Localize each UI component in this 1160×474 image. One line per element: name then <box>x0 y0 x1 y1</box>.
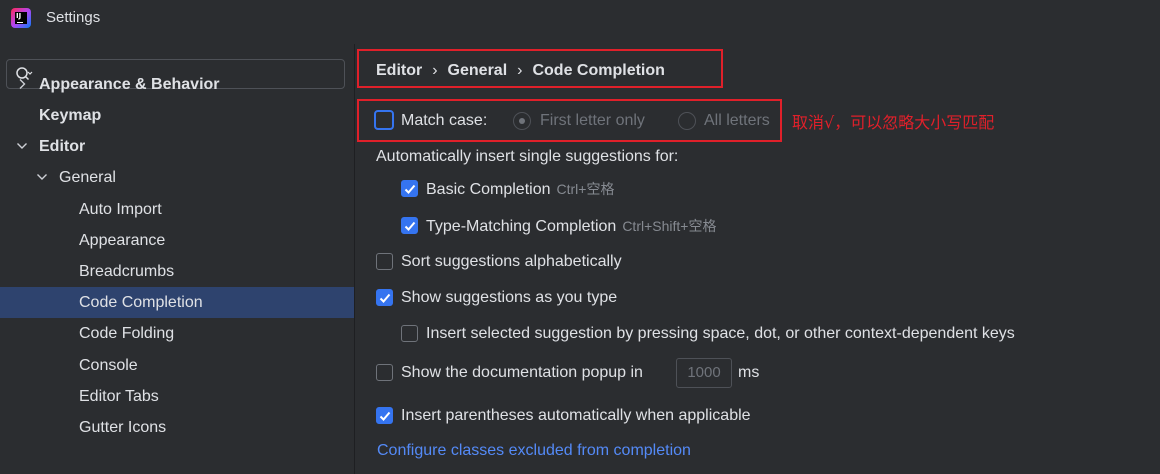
checkmark-icon <box>379 411 391 421</box>
breadcrumb-item-general[interactable]: General <box>448 62 508 79</box>
sidebar-item-label: Appearance & Behavior <box>39 76 220 93</box>
auto-insert-heading: Automatically insert single suggestions … <box>376 148 679 165</box>
sidebar-item-label: Auto Import <box>79 201 162 218</box>
sidebar-item-appearance[interactable]: Appearance <box>0 225 354 256</box>
sidebar-item-label: Console <box>79 357 138 374</box>
sidebar-item-gutter-icons[interactable]: Gutter Icons <box>0 412 354 443</box>
chevron-down-icon[interactable] <box>36 162 48 193</box>
title-bar: Settings <box>0 0 1160 38</box>
doc-popup-label: Show the documentation popup in <box>401 364 643 381</box>
sidebar-item-label: General <box>59 169 116 186</box>
sidebar-item-label: Editor Tabs <box>79 388 159 405</box>
insert-by-space-label: Insert selected suggestion by pressing s… <box>426 325 1015 342</box>
sidebar-item-label: Breadcrumbs <box>79 263 175 280</box>
checkmark-icon <box>404 221 416 231</box>
sidebar-item-label: Code Completion <box>79 294 203 311</box>
sidebar-item-code-folding[interactable]: Code Folding <box>0 318 354 349</box>
breadcrumb-item-code-completion: Code Completion <box>532 62 665 79</box>
sidebar-item-editor[interactable]: Editor <box>0 131 354 162</box>
sidebar-item-auto-import[interactable]: Auto Import <box>0 194 354 225</box>
sidebar-item-appearance-behavior[interactable]: Appearance & Behavior <box>0 69 354 100</box>
sidebar-item-breadcrumbs[interactable]: Breadcrumbs <box>0 256 354 287</box>
basic-completion-checkbox[interactable] <box>401 180 418 197</box>
sidebar-item-label: Code Folding <box>79 325 175 342</box>
sort-alphabetically-label: Sort suggestions alphabetically <box>401 253 622 270</box>
type-matching-row: Type-Matching Completion Ctrl+Shift+空格 <box>426 215 716 237</box>
sidebar-scrollbar[interactable] <box>344 44 354 474</box>
checkmark-icon <box>404 184 416 194</box>
all-letters-label: All letters <box>704 112 770 129</box>
all-letters-radio[interactable] <box>678 112 696 130</box>
breadcrumb-item-editor[interactable]: Editor <box>376 62 422 79</box>
sidebar-item-code-completion[interactable]: Code Completion <box>0 287 354 318</box>
sidebar-item-general[interactable]: General <box>0 162 354 193</box>
insert-parens-checkbox[interactable] <box>376 407 393 424</box>
checkmark-icon <box>379 293 391 303</box>
sidebar-item-keymap[interactable]: Keymap <box>0 100 354 131</box>
basic-completion-shortcut: Ctrl+空格 <box>556 181 615 197</box>
sidebar-item-editor-tabs[interactable]: Editor Tabs <box>0 381 354 412</box>
doc-popup-delay-input[interactable]: 1000 <box>676 358 732 388</box>
breadcrumb-separator: › <box>432 62 438 79</box>
breadcrumb-separator: › <box>517 62 523 79</box>
sidebar-item-label: Appearance <box>79 232 166 249</box>
settings-sidebar: Appearance & Behavior Keymap Editor General… <box>0 44 354 474</box>
window-title: Settings <box>46 9 101 26</box>
type-matching-checkbox[interactable] <box>401 217 418 234</box>
sidebar-item-label: Keymap <box>39 107 102 124</box>
sort-alphabetically-checkbox[interactable] <box>376 253 393 270</box>
basic-completion-label: Basic Completion <box>426 181 551 198</box>
chevron-right-icon[interactable] <box>16 69 28 100</box>
match-case-checkbox[interactable] <box>374 110 394 130</box>
show-as-type-checkbox[interactable] <box>376 289 393 306</box>
match-case-label: Match case: <box>401 112 488 129</box>
doc-popup-checkbox[interactable] <box>376 364 393 381</box>
type-matching-shortcut: Ctrl+Shift+空格 <box>622 218 717 234</box>
first-letter-only-radio[interactable] <box>513 112 531 130</box>
settings-content: Editor › General › Code Completion Match cas… <box>355 44 1160 474</box>
first-letter-only-label: First letter only <box>540 112 645 129</box>
basic-completion-row: Basic Completion Ctrl+空格 <box>426 178 614 200</box>
chevron-down-icon[interactable] <box>16 131 28 162</box>
insert-parens-label: Insert parentheses automatically when ap… <box>401 407 751 424</box>
sidebar-item-label: Gutter Icons <box>79 419 167 436</box>
breadcrumb: Editor › General › Code Completion <box>376 62 665 80</box>
sidebar-item-label: Editor <box>39 138 86 155</box>
insert-by-space-checkbox[interactable] <box>401 325 418 342</box>
doc-popup-unit: ms <box>738 364 760 381</box>
configure-excluded-classes-link[interactable]: Configure classes excluded from completi… <box>377 440 691 462</box>
show-as-type-label: Show suggestions as you type <box>401 289 618 306</box>
type-matching-label: Type-Matching Completion <box>426 218 617 235</box>
annotation-note: 取消√，可以忽略大小写匹配 <box>792 113 995 132</box>
intellij-logo-icon <box>11 8 31 28</box>
sidebar-item-console[interactable]: Console <box>0 350 354 381</box>
